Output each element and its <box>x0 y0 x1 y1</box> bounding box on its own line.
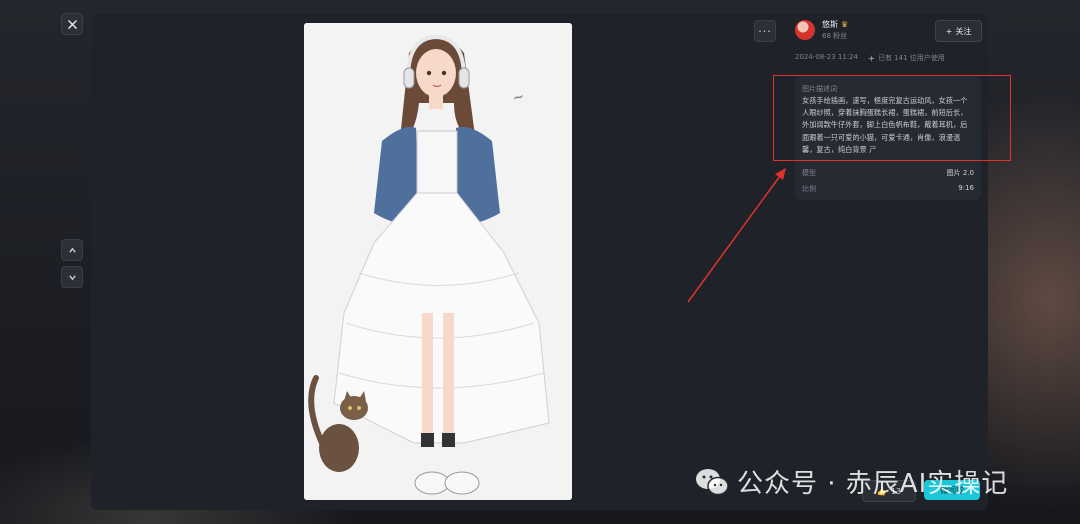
author-name[interactable]: 悠斯 ♛ <box>822 19 848 30</box>
sparkle-icon <box>868 54 875 62</box>
plus-icon: + <box>945 26 953 36</box>
detail-key: 比例 <box>802 185 816 193</box>
detail-row-model: 模型 图片 2.0 <box>802 168 974 178</box>
illustration-girl-with-cat: ~ <box>304 23 572 500</box>
highlight-box <box>773 75 1011 161</box>
chevron-up-icon <box>68 247 76 253</box>
detail-row-ratio: 比例 9:16 <box>802 184 974 194</box>
chevron-down-icon <box>68 274 76 280</box>
detail-value: 9:16 <box>958 184 974 192</box>
follow-button[interactable]: + 关注 <box>935 20 982 42</box>
follower-count: 68 粉丝 <box>822 32 848 40</box>
usage-count: 已有 141 位用户使用 <box>868 53 945 63</box>
follow-label: 关注 <box>955 26 972 36</box>
close-button[interactable] <box>61 13 83 35</box>
avatar[interactable] <box>795 20 815 40</box>
more-options-button[interactable]: ··· <box>754 20 776 42</box>
watermark-text: 公众号 · 赤辰AI实操记 <box>737 469 1009 499</box>
crown-icon: ♛ <box>841 20 849 29</box>
author-name-text[interactable]: 悠斯 <box>822 19 838 30</box>
wechat-icon <box>696 468 729 495</box>
previous-image-button[interactable] <box>61 239 83 261</box>
close-icon <box>67 19 77 29</box>
usage-text: 已有 141 位用户使用 <box>878 54 945 62</box>
next-image-button[interactable] <box>61 266 83 288</box>
generated-image[interactable]: ~ <box>304 23 572 500</box>
detail-key: 模型 <box>802 169 816 177</box>
watermark: 公众号 · 赤辰AI实操记 <box>695 463 1008 500</box>
detail-value: 图片 2.0 <box>946 169 974 177</box>
publish-date: 2024-08-23 11:24 <box>795 53 859 61</box>
